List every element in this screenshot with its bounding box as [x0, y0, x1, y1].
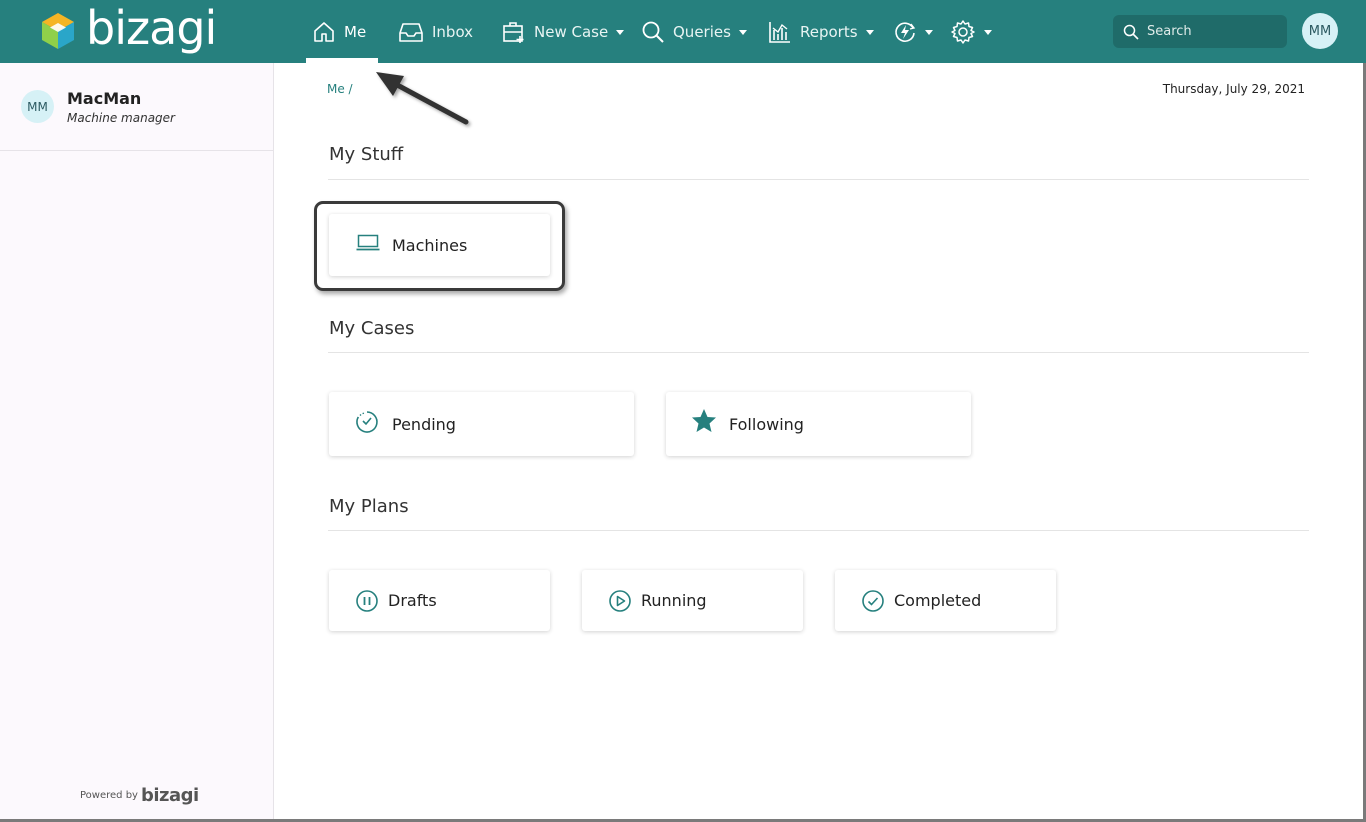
- card-running[interactable]: Running: [582, 570, 803, 631]
- play-icon: [609, 590, 631, 612]
- divider: [328, 530, 1309, 531]
- check-circle-icon: [862, 590, 884, 612]
- avatar: MM: [21, 90, 54, 123]
- user-avatar[interactable]: MM: [1302, 13, 1338, 49]
- card-machines[interactable]: Machines: [329, 214, 550, 276]
- bolt-icon: [895, 21, 916, 42]
- breadcrumb[interactable]: Me /: [327, 82, 353, 96]
- nav-inbox-label: Inbox: [432, 22, 474, 41]
- section-title-my-plans: My Plans: [329, 496, 409, 517]
- nav-settings[interactable]: [950, 0, 992, 63]
- powered-by-label: Powered by: [80, 790, 138, 801]
- user-profile[interactable]: MM MacMan Machine manager: [0, 63, 273, 151]
- card-label: Drafts: [388, 591, 437, 610]
- card-label: Following: [729, 414, 804, 434]
- bizagi-logo[interactable]: bizagi: [40, 1, 217, 56]
- powered-by-logo: bizagi: [140, 785, 199, 806]
- pause-icon: [356, 590, 378, 612]
- card-label: Running: [641, 591, 707, 610]
- search-icon: [642, 21, 664, 43]
- star-icon: [692, 409, 716, 432]
- card-completed[interactable]: Completed: [835, 570, 1056, 631]
- nav-reports[interactable]: Reports: [768, 0, 874, 63]
- card-pending[interactable]: Pending: [329, 392, 634, 456]
- search-input[interactable]: [1145, 23, 1275, 40]
- section-title-my-cases: My Cases: [329, 318, 415, 339]
- divider: [328, 352, 1309, 353]
- home-icon: [314, 21, 334, 42]
- nav-queries-label: Queries: [673, 22, 731, 41]
- divider: [328, 179, 1309, 180]
- chart-icon: [769, 21, 790, 43]
- card-label: Completed: [894, 591, 982, 610]
- sidebar: MM MacMan Machine manager Powered by biz…: [0, 63, 274, 822]
- nav-new-case-label: New Case: [534, 22, 609, 41]
- current-date: Thursday, July 29, 2021: [1162, 82, 1305, 96]
- section-title-my-stuff: My Stuff: [329, 144, 404, 165]
- nav-me[interactable]: Me: [312, 0, 366, 63]
- chevron-down-icon: [738, 29, 747, 35]
- user-role: Machine manager: [67, 111, 175, 125]
- chevron-down-icon: [616, 29, 625, 35]
- nav-queries[interactable]: Queries: [641, 0, 747, 63]
- nav-inbox[interactable]: Inbox: [398, 0, 473, 63]
- card-following[interactable]: Following: [666, 392, 971, 456]
- inbox-icon: [399, 22, 423, 42]
- card-label: Pending: [392, 414, 456, 434]
- logo-text: bizagi: [86, 1, 217, 55]
- card-label: Machines: [392, 235, 468, 255]
- top-bar: bizagi Me Inbox New Case Queries Reports…: [0, 0, 1366, 63]
- nav-actions[interactable]: [893, 0, 933, 63]
- nav-reports-label: Reports: [800, 22, 858, 41]
- search-icon: [1123, 24, 1139, 40]
- user-name: MacMan: [67, 89, 142, 108]
- chevron-down-icon: [865, 29, 874, 35]
- active-nav-indicator: [306, 58, 378, 63]
- nav-me-label: Me: [344, 22, 367, 41]
- laptop-icon: [356, 234, 380, 251]
- bizagi-cube-icon: [42, 13, 74, 49]
- chevron-down-icon: [984, 29, 992, 35]
- nav-new-case[interactable]: New Case: [502, 0, 625, 63]
- timer-icon: [356, 411, 378, 433]
- card-drafts[interactable]: Drafts: [329, 570, 550, 631]
- search-box[interactable]: [1113, 15, 1287, 48]
- chevron-down-icon: [925, 29, 933, 35]
- powered-by: Powered by bizagi: [80, 785, 199, 806]
- gear-icon: [951, 19, 975, 44]
- new-case-icon: [503, 21, 524, 43]
